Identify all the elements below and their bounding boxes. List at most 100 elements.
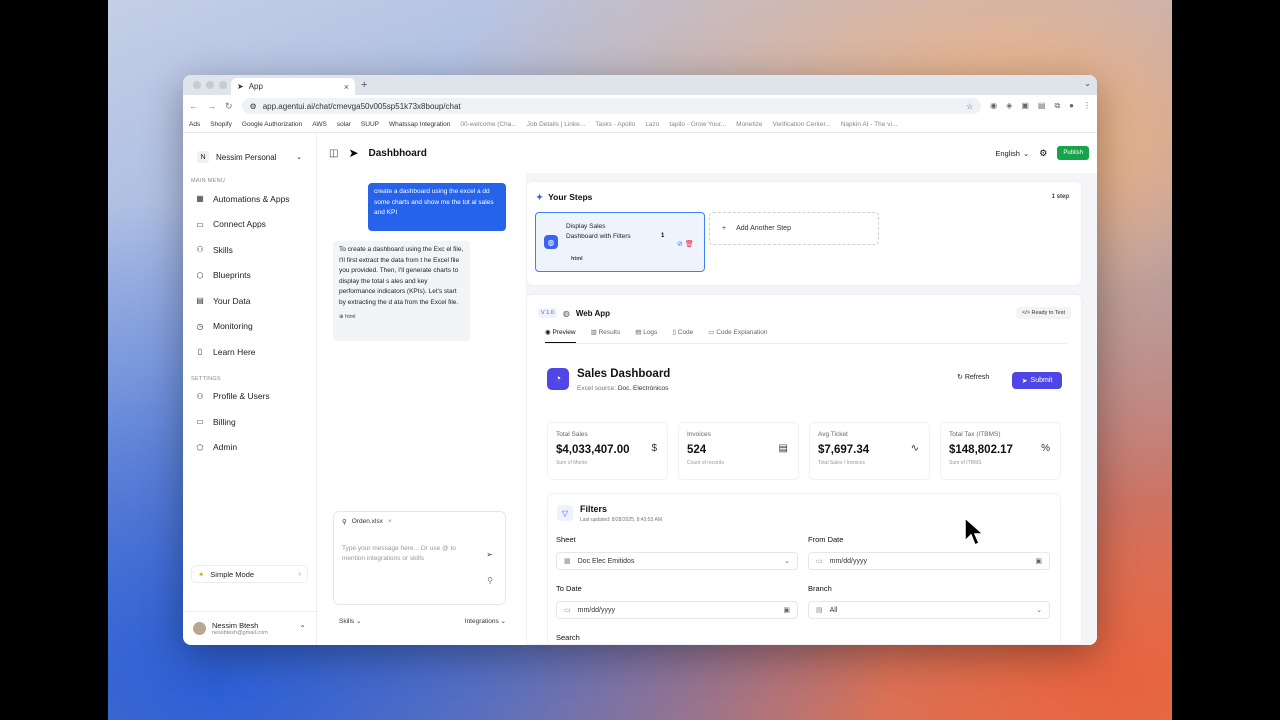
bookmark-item[interactable]: Monetize <box>736 121 762 128</box>
check-icon[interactable]: ⊘ <box>677 241 683 248</box>
bookmark-item[interactable]: Napkin AI - The vi... <box>841 121 898 128</box>
sidebar-item-monitoring[interactable]: ◷ Monitoring <box>191 314 308 340</box>
table-icon: ▤ <box>196 296 204 306</box>
remove-attachment-icon[interactable]: × <box>388 518 392 526</box>
sidebar: N Nessim Personal ⌄ MAIN MENU ▦ Automatio… <box>183 133 317 645</box>
extension-icon[interactable]: ▤ <box>1038 101 1046 111</box>
bookmark-item[interactable]: Job Details | Linke... <box>527 121 585 128</box>
forward-icon[interactable]: → <box>207 101 216 111</box>
tab-bar: ➤ App × + ⌄ <box>183 75 1097 95</box>
submit-button[interactable]: ➤ Submit <box>1012 372 1062 389</box>
sidebar-item-profile-users[interactable]: ⚇ Profile & Users <box>191 384 308 410</box>
sheet-label: Sheet <box>556 535 576 544</box>
sidebar-item-automations-apps[interactable]: ▦ Automations & Apps <box>191 186 308 212</box>
bookmark-star-icon[interactable]: ☆ <box>966 102 973 111</box>
address-bar[interactable]: ⚙ app.agentui.ai/chat/cmevga50v005sp51k7… <box>241 98 982 114</box>
sidebar-item-connect-apps[interactable]: ▭ Connect Apps <box>191 212 308 238</box>
extension-icon[interactable]: ▣ <box>1021 101 1029 111</box>
attachment-chip[interactable]: ⚲ Orden.xlsx × <box>342 518 497 526</box>
tab-logs[interactable]: ▤ Logs <box>635 328 657 343</box>
sidebar-item-billing[interactable]: ▭ Billing <box>191 409 308 435</box>
extension-icon[interactable]: ◈ <box>1006 101 1012 111</box>
bookmark-item[interactable]: Whatssap Integration <box>389 121 450 128</box>
bookmark-item[interactable]: Google Authorization <box>242 121 302 128</box>
bookmark-item[interactable]: tapilo - Grow Your... <box>669 121 726 128</box>
skills-dropdown[interactable]: Skills ⌄ <box>339 617 361 625</box>
attach-icon[interactable]: ⚲ <box>487 576 493 585</box>
message-composer[interactable]: ⚲ Orden.xlsx × Type your message here...… <box>333 511 506 605</box>
paperclip-icon: ⚲ <box>342 519 347 526</box>
tab-label: Results <box>598 329 621 336</box>
sidebar-item-skills[interactable]: ⚇ Skills <box>191 237 308 263</box>
profile-avatar[interactable]: ● <box>1069 101 1074 111</box>
step-number: 1 <box>661 233 665 239</box>
calendar-picker-icon[interactable]: ▣ <box>1035 557 1042 565</box>
user-message: create a dashboard using the excel a dd … <box>368 183 506 231</box>
sidebar-toggle-icon[interactable]: ◫ <box>329 148 338 159</box>
tab-code-explanation[interactable]: ▭ Code Explanation <box>708 328 767 343</box>
tab-code[interactable]: ▯ Code <box>672 328 693 343</box>
ready-to-test-button[interactable]: </> Ready to Test <box>1015 307 1071 319</box>
bookmark-item[interactable]: Ads <box>189 121 200 128</box>
page-title: Dashbhoard <box>368 147 427 159</box>
browser-tab[interactable]: ➤ App × <box>231 78 355 95</box>
language-select[interactable]: English ⌄ <box>995 149 1029 158</box>
publish-button[interactable]: Publish <box>1057 146 1089 160</box>
tab-preview[interactable]: ◉ Preview <box>545 328 576 343</box>
sidebar-item-label: Your Data <box>213 295 251 306</box>
calendar-picker-icon[interactable]: ▣ <box>783 606 790 614</box>
simple-mode-toggle[interactable]: ✦ Simple Mode › <box>191 565 308 583</box>
sidebar-item-admin[interactable]: ⬠ Admin <box>191 435 308 461</box>
sidebar-item-your-data[interactable]: ▤ Your Data <box>191 288 308 314</box>
bookmark-item[interactable]: Verification Center... <box>773 121 831 128</box>
extension-icon[interactable]: ◉ <box>990 101 997 111</box>
menu-icon[interactable]: ⋮ <box>1083 101 1091 111</box>
tab-menu-icon[interactable]: ⌄ <box>1084 79 1091 88</box>
window-controls[interactable] <box>193 81 227 89</box>
bookmark-item[interactable]: Tasks - Apollo <box>595 121 635 128</box>
branch-label: Branch <box>808 584 832 593</box>
version-badge: V 1.0 <box>538 308 557 318</box>
sparkle-icon: ✦ <box>198 569 205 579</box>
kpi-icon: ▤ <box>778 443 788 454</box>
bookmark-item[interactable]: SUUP <box>361 121 379 128</box>
settings-icon[interactable]: ⚙ <box>1039 148 1047 159</box>
back-icon[interactable]: ← <box>189 101 198 111</box>
excel-source: Excel source: Doc. Electrónicos <box>577 385 669 392</box>
to-date-input[interactable]: ▭ mm/dd/yyyy ▣ <box>556 601 798 619</box>
tab-results[interactable]: ▥ Results <box>591 328 621 343</box>
from-date-input[interactable]: ▭ mm/dd/yyyy ▣ <box>808 552 1050 570</box>
sidebar-item-learn-here[interactable]: ▯ Learn Here <box>191 339 308 365</box>
kpi-subtitle: Sum of Monto <box>556 460 588 466</box>
book-icon: ▯ <box>197 347 203 357</box>
mouse-cursor <box>964 517 984 547</box>
send-button[interactable]: ➢ <box>486 550 493 559</box>
user-menu[interactable]: Nessim Btesh nessbtesh@gmail.com ⌃ <box>183 611 316 645</box>
add-step-button[interactable]: + Add Another Step <box>709 212 879 245</box>
bookmark-item[interactable]: solar <box>337 121 351 128</box>
web-app-tabs: ◉ Preview ▥ Results ▤ Logs ▯ Code ▭ Code Exp… <box>545 328 1067 344</box>
sheet-select[interactable]: ▦ Doc Elec Emitidos ⌄ <box>556 552 798 570</box>
refresh-button[interactable]: ↻ Refresh <box>957 373 989 381</box>
bookmark-item[interactable]: Lazo <box>645 121 659 128</box>
tab-label: Code <box>677 329 694 336</box>
integrations-dropdown[interactable]: Integrations ⌄ <box>465 617 506 625</box>
site-info-icon[interactable]: ⚙ <box>250 102 257 111</box>
reload-icon[interactable]: ↻ <box>225 101 233 112</box>
close-tab-icon[interactable]: × <box>344 82 349 92</box>
new-tab-icon[interactable]: + <box>361 79 367 91</box>
puzzle-icon[interactable]: ⧉ <box>1054 101 1060 111</box>
step-card[interactable]: ◍ Display Sales Dashboard with Filters h… <box>535 212 705 272</box>
bookmark-item[interactable]: Shopify <box>210 121 232 128</box>
sidebar-item-label: Monitoring <box>213 321 253 332</box>
tab-icon: ▥ <box>590 329 599 336</box>
trash-icon[interactable]: 🗑︎ <box>685 241 694 248</box>
workspace-initial: N <box>197 151 209 163</box>
bookmark-item[interactable]: AWS <box>312 121 327 128</box>
simple-mode-label: Simple Mode <box>210 569 255 579</box>
branch-select[interactable]: ▤ All ⌄ <box>808 601 1050 619</box>
workspace-switcher[interactable]: N Nessim Personal ⌄ <box>191 147 308 167</box>
sidebar-item-blueprints[interactable]: ⬡ Blueprints <box>191 263 308 289</box>
message-input[interactable]: Type your message here... Or use @ to me… <box>342 544 470 564</box>
bookmark-item[interactable]: 00-welcome (Cha... <box>460 121 516 128</box>
